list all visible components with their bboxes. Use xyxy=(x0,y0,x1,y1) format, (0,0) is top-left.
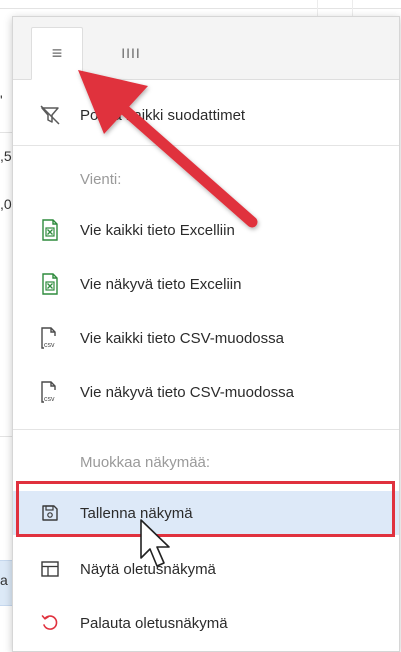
export-all-excel-label: Vie kaikki tieto Excelliin xyxy=(80,221,235,239)
export-visible-excel-label: Vie näkyvä tieto Exceliin xyxy=(80,275,242,293)
svg-text:csv: csv xyxy=(44,342,55,349)
grid-header-strip xyxy=(0,0,401,9)
excel-icon xyxy=(39,219,61,241)
csv-icon: csv xyxy=(39,327,61,349)
save-icon xyxy=(39,502,61,524)
export-all-csv-item[interactable]: csv Vie kaikki tieto CSV-muodossa xyxy=(13,316,399,360)
excel-icon xyxy=(39,273,61,295)
export-visible-csv-label: Vie näkyvä tieto CSV-muodossa xyxy=(80,383,295,401)
export-all-csv-label: Vie kaikki tieto CSV-muodossa xyxy=(80,329,284,347)
export-section-label: Vienti: xyxy=(80,171,122,188)
grid-cell-fragment: ,5 xyxy=(0,148,12,164)
reset-icon xyxy=(39,612,61,634)
save-view-label: Tallenna näkymä xyxy=(80,504,193,522)
export-all-excel-item[interactable]: Vie kaikki tieto Excelliin xyxy=(13,208,399,252)
grid-cell-marker: ' xyxy=(0,92,3,108)
svg-text:csv: csv xyxy=(44,396,55,403)
show-default-view-item[interactable]: Näytä oletusnäkymä xyxy=(13,547,399,591)
grid-row-line xyxy=(0,132,12,133)
general-menu-tab[interactable]: ≡ xyxy=(31,27,83,80)
save-view-item[interactable]: Tallenna näkymä xyxy=(13,491,399,535)
reset-default-view-item[interactable]: Palauta oletusnäkymä xyxy=(13,601,399,645)
export-visible-csv-item[interactable]: csv Vie näkyvä tieto CSV-muodossa xyxy=(13,370,399,414)
menu-divider xyxy=(13,429,399,430)
grid-row-line xyxy=(0,436,12,437)
view-section-label: Muokkaa näkymää: xyxy=(80,454,211,471)
menu-divider xyxy=(13,145,399,146)
menu-tab-bar: ≡ IIII xyxy=(13,17,399,80)
reset-default-view-label: Palauta oletusnäkymä xyxy=(80,614,228,632)
grid-cell-fragment: ,0 xyxy=(0,196,12,212)
export-visible-excel-item[interactable]: Vie näkyvä tieto Exceliin xyxy=(13,262,399,306)
hamburger-icon: ≡ xyxy=(51,43,63,63)
csv-icon: csv xyxy=(39,381,61,403)
clear-filters-label: Poista kaikki suodattimet xyxy=(80,106,246,124)
columns-tab[interactable]: IIII xyxy=(105,27,157,79)
show-default-view-label: Näytä oletusnäkymä xyxy=(80,560,216,578)
column-menu-popup: ≡ IIII Poista kaikki suodattimet Vienti: xyxy=(12,16,400,652)
screenshot-root: ' ,5 ,0 a ≡ IIII Poista kaikki suodattim… xyxy=(0,0,401,652)
grid-cell-fragment: a xyxy=(0,572,8,588)
columns-icon: IIII xyxy=(121,45,141,61)
clear-filters-item[interactable]: Poista kaikki suodattimet xyxy=(13,93,399,137)
table-layout-icon xyxy=(39,558,61,580)
clear-filter-icon xyxy=(39,104,61,126)
